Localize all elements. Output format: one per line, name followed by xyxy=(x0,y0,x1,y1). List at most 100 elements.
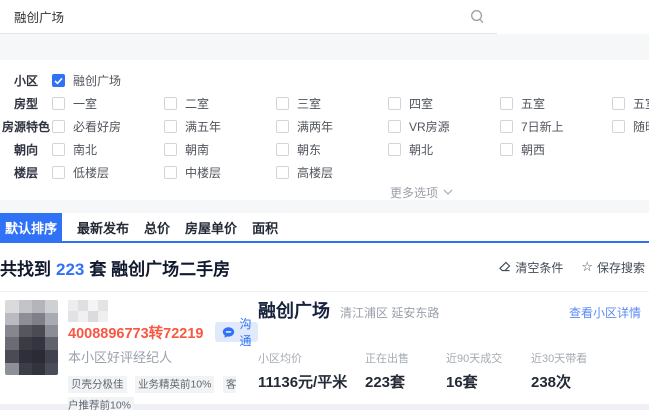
listing-row[interactable]: 4008896773转72219 沟通 本小区好评经纪人 贝壳分极佳 业务精英前… xyxy=(0,292,649,410)
checkbox-icon[interactable] xyxy=(52,166,65,179)
checkbox-icon[interactable] xyxy=(276,120,289,133)
checkbox-icon[interactable] xyxy=(52,143,65,156)
checkbox-icon[interactable] xyxy=(500,143,513,156)
results-header: 共找到 223 套 融创广场二手房 清空条件 ☆ 保存搜索 xyxy=(0,243,649,292)
tab-default-sort[interactable]: 默认排序 xyxy=(0,213,63,241)
filter-row-label: 小区 xyxy=(13,74,38,88)
filter-option-vr[interactable]: VR房源 xyxy=(388,118,500,135)
checkbox-icon[interactable] xyxy=(500,120,513,133)
filter-option-anytime-view[interactable]: 随时看 xyxy=(612,118,649,135)
filter-option-label: 五室 xyxy=(521,97,546,111)
filter-option-5years[interactable]: 满五年 xyxy=(164,118,276,135)
chat-button-label: 沟通 xyxy=(239,317,252,348)
filter-option-3room[interactable]: 三室 xyxy=(276,95,388,112)
agent-tags: 贝壳分极佳 业务精英前10% 客户推荐前10% xyxy=(68,373,246,410)
filter-row-label: 房源特色 xyxy=(1,120,50,134)
checkbox-icon[interactable] xyxy=(276,143,289,156)
save-search-label: 保存搜索 xyxy=(596,260,645,275)
checkbox-icon[interactable] xyxy=(388,97,401,110)
community-panel: 融创广场 清江浦区 延安东路 查看小区详情 小区均价 11136元/平米 正在出… xyxy=(253,300,649,404)
stat-label: 小区均价 xyxy=(258,353,302,365)
tab-unit-price[interactable]: 房屋单价 xyxy=(185,213,237,241)
filter-option-east[interactable]: 朝东 xyxy=(276,141,388,158)
checkbox-icon[interactable] xyxy=(164,97,177,110)
filter-option-west[interactable]: 朝西 xyxy=(500,141,612,158)
checkbox-icon[interactable] xyxy=(52,97,65,110)
checkbox-icon[interactable] xyxy=(612,97,625,110)
search-input[interactable] xyxy=(14,9,470,24)
filter-panel: 小区 融创广场 房型 一室 二室 三室 四室 五室 五 房源特色 必看好房 满五… xyxy=(0,60,649,200)
more-options-link[interactable]: 更多选项 xyxy=(390,184,649,200)
checkbox-icon[interactable] xyxy=(276,166,289,179)
stat-on-sale: 正在出售 223套 xyxy=(365,350,446,392)
filter-option-label: 五室以上 xyxy=(633,97,649,111)
agent-phone-row: 4008896773转72219 沟通 xyxy=(68,317,259,348)
checkbox-icon[interactable] xyxy=(500,97,513,110)
filter-option-mid-floor[interactable]: 中楼层 xyxy=(164,164,276,181)
filter-row-floor: 楼层 低楼层 中楼层 高楼层 xyxy=(0,161,649,184)
filter-option-label: 一室 xyxy=(73,97,98,111)
filter-option-label: 中楼层 xyxy=(185,166,222,180)
filter-option-label: 朝东 xyxy=(297,143,322,157)
stat-sold-90d: 近90天成交 16套 xyxy=(446,350,531,392)
filter-option-south[interactable]: 朝南 xyxy=(164,141,276,158)
community-stats: 小区均价 11136元/平米 正在出售 223套 近90天成交 16套 近30天… xyxy=(258,350,649,392)
checkbox-icon[interactable] xyxy=(164,120,177,133)
checkbox-icon[interactable] xyxy=(52,120,65,133)
section-gap xyxy=(0,34,649,60)
filter-option-4room[interactable]: 四室 xyxy=(388,95,500,112)
clear-filters-button[interactable]: 清空条件 xyxy=(498,259,563,276)
header-actions: 清空条件 ☆ 保存搜索 xyxy=(480,259,645,276)
filter-option-high-floor[interactable]: 高楼层 xyxy=(276,164,388,181)
community-name[interactable]: 融创广场 xyxy=(258,300,330,322)
stat-avg-price: 小区均价 11136元/平米 xyxy=(258,350,365,392)
filter-option-label: 高楼层 xyxy=(297,166,334,180)
search-icon[interactable] xyxy=(470,9,485,24)
filter-option-2room[interactable]: 二室 xyxy=(164,95,276,112)
sort-tab-bar: 默认排序 最新发布 总价 房屋单价 面积 xyxy=(0,213,649,243)
save-search-button[interactable]: ☆ 保存搜索 xyxy=(581,259,645,276)
page: 小区 融创广场 房型 一室 二室 xyxy=(0,0,649,410)
clear-filters-label: 清空条件 xyxy=(515,260,564,275)
tab-area[interactable]: 面积 xyxy=(252,213,278,241)
filter-option-1room[interactable]: 一室 xyxy=(52,95,164,112)
agent-card: 4008896773转72219 沟通 本小区好评经纪人 贝壳分极佳 业务精英前… xyxy=(5,300,259,410)
stat-viewed-30d: 近30天带看 238次 xyxy=(531,350,587,392)
eraser-icon xyxy=(498,261,511,274)
checkbox-icon[interactable] xyxy=(276,97,289,110)
tab-newest[interactable]: 最新发布 xyxy=(77,213,129,241)
checkbox-icon[interactable] xyxy=(388,143,401,156)
filter-row-rooms: 房型 一室 二室 三室 四室 五室 五 xyxy=(0,92,649,115)
filter-option-label: 满两年 xyxy=(297,120,334,134)
stat-value: 238次 xyxy=(531,374,572,391)
filter-option-rongchuang[interactable]: 融创广场 xyxy=(52,72,164,89)
filter-option-5room-plus[interactable]: 五室以上 xyxy=(612,95,649,112)
filter-option-label: 朝北 xyxy=(409,143,434,157)
filter-option-label: 融创广场 xyxy=(73,74,122,88)
stat-label: 近90天成交 xyxy=(446,353,503,365)
filter-option-5room[interactable]: 五室 xyxy=(500,95,612,112)
community-detail-link[interactable]: 查看小区详情 xyxy=(569,304,641,321)
star-icon: ☆ xyxy=(581,259,593,274)
results-count: 223 xyxy=(56,259,85,279)
checkbox-icon[interactable] xyxy=(164,166,177,179)
checkbox-icon[interactable] xyxy=(388,120,401,133)
checkbox-icon[interactable] xyxy=(612,120,625,133)
results-title: 共找到 223 套 融创广场二手房 xyxy=(0,255,230,280)
more-options-label: 更多选项 xyxy=(390,185,439,200)
filter-option-new-7days[interactable]: 7日新上 xyxy=(500,118,612,135)
stat-label: 近30天带看 xyxy=(531,353,588,365)
filter-option-must-see[interactable]: 必看好房 xyxy=(52,118,164,135)
filter-option-2years[interactable]: 满两年 xyxy=(276,118,388,135)
agent-subtitle: 本小区好评经纪人 xyxy=(68,350,173,365)
filter-option-low-floor[interactable]: 低楼层 xyxy=(52,164,164,181)
search-input-wrap[interactable] xyxy=(0,0,497,34)
agent-phone-number[interactable]: 4008896773转72219 xyxy=(68,322,203,343)
filter-option-north[interactable]: 朝北 xyxy=(388,141,500,158)
filter-option-north-south[interactable]: 南北 xyxy=(52,141,164,158)
checkbox-icon[interactable] xyxy=(164,143,177,156)
checked-checkbox-icon[interactable] xyxy=(52,74,65,87)
filter-option-label: 四室 xyxy=(409,97,434,111)
filter-option-label: 二室 xyxy=(185,97,210,111)
tab-total-price[interactable]: 总价 xyxy=(144,213,170,241)
